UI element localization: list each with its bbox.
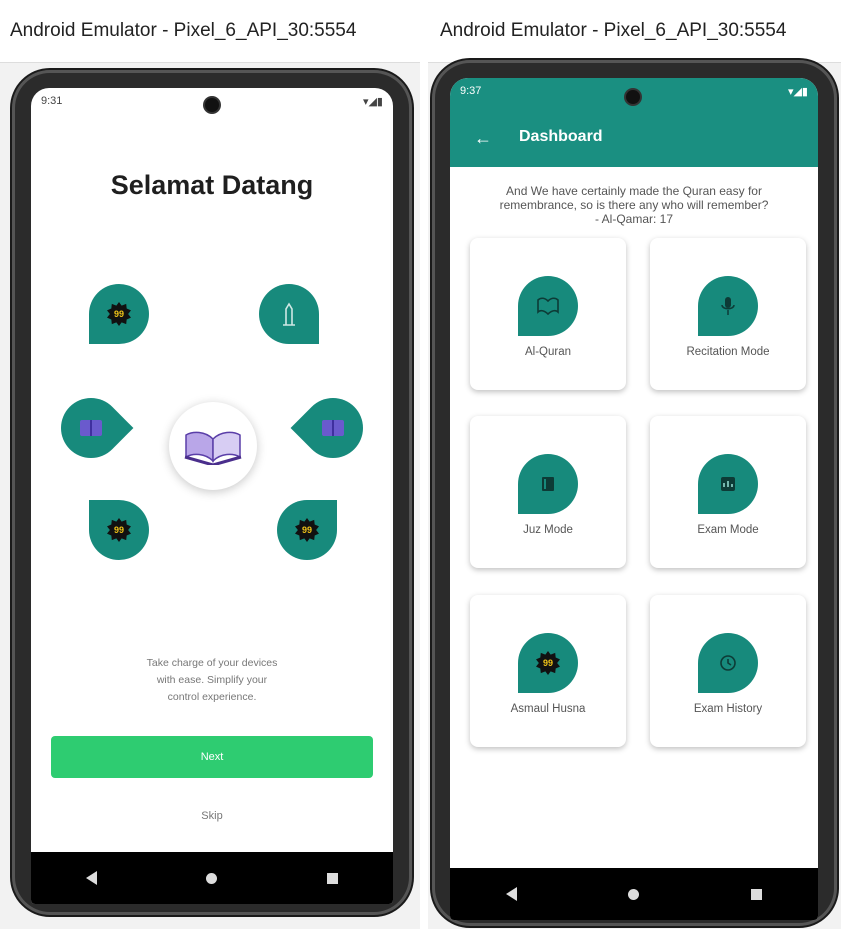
page-title: Dashboard [519,128,603,145]
nav-recent-icon[interactable] [327,872,339,884]
microphone-icon [698,276,758,336]
status-icons: ▾◢▮ [787,85,808,98]
left-phone-frame: 9:31 ▾◢▮ Selamat Datang 99 99 99 Take ch… [12,70,412,915]
back-arrow-icon[interactable]: ← [474,128,492,149]
bubble-bottom-left: 99 [89,500,149,560]
nav-back-icon[interactable] [85,871,97,885]
onboarding-description: Take charge of your devices with ease. S… [146,657,278,703]
right-window-title: Android Emulator - Pixel_6_API_30:5554 [428,0,841,63]
card-label: Al-Quran [524,346,572,358]
nav-back-icon[interactable] [505,887,517,901]
badge-icon: 99 [518,633,578,693]
quran-icon [518,276,578,336]
bubble-bottom-right: 99 [277,500,337,560]
card-exam-mode[interactable]: Exam Mode [650,416,806,568]
left-phone-screen: 9:31 ▾◢▮ Selamat Datang 99 99 99 Take ch… [31,88,393,904]
book-icon [322,420,344,436]
badge-icon: 99 [295,518,319,542]
right-emulator-window: Android Emulator - Pixel_6_API_30:5554 9… [428,0,841,929]
left-window-title: Android Emulator - Pixel_6_API_30:5554 [0,0,420,63]
camera-cutout [205,98,219,112]
system-nav-bar [31,852,393,904]
bubble-mid-right [290,385,376,471]
nav-home-icon[interactable] [628,888,640,900]
right-phone-screen: 9:37 ▾◢▮ ← Dashboard And We have certain… [450,78,818,920]
open-book-icon [184,431,242,465]
system-nav-bar [450,868,818,920]
book-icon [80,420,102,436]
app-logo [169,402,257,490]
bubble-top-right [259,284,319,344]
exam-icon [698,454,758,514]
card-juz-mode[interactable]: Juz Mode [470,416,626,568]
left-emulator-window: Android Emulator - Pixel_6_API_30:5554 9… [0,0,420,929]
camera-cutout [626,90,640,104]
next-button[interactable]: Next [51,736,373,778]
welcome-title: Selamat Datang [110,170,314,200]
card-asmaul-husna[interactable]: 99 Asmaul Husna [470,595,626,747]
badge-icon: 99 [107,518,131,542]
bubble-mid-left [48,385,134,471]
card-label: Exam History [693,703,763,715]
card-label: Exam Mode [697,524,759,536]
tower-icon [283,302,295,326]
card-al-quran[interactable]: Al-Quran [470,238,626,390]
card-label: Recitation Mode [686,346,770,358]
right-phone-frame: 9:37 ▾◢▮ ← Dashboard And We have certain… [432,60,837,926]
nav-recent-icon[interactable] [751,888,763,900]
card-recitation-mode[interactable]: Recitation Mode [650,238,806,390]
status-time: 9:37 [460,85,482,97]
book-icon [518,454,578,514]
history-icon [698,633,758,693]
badge-icon: 99 [107,302,131,326]
quran-quote: And We have certainly made the Quran eas… [499,184,769,226]
card-label: Asmaul Husna [510,703,586,715]
bubble-top-left: 99 [89,284,149,344]
card-label: Juz Mode [523,524,573,536]
card-exam-history[interactable]: Exam History [650,595,806,747]
app-bar: 9:37 ▾◢▮ ← Dashboard [450,78,818,167]
skip-link[interactable]: Skip [31,810,393,822]
status-icons: ▾◢▮ [362,95,383,108]
nav-home-icon[interactable] [206,872,218,884]
status-time: 9:31 [41,95,63,107]
